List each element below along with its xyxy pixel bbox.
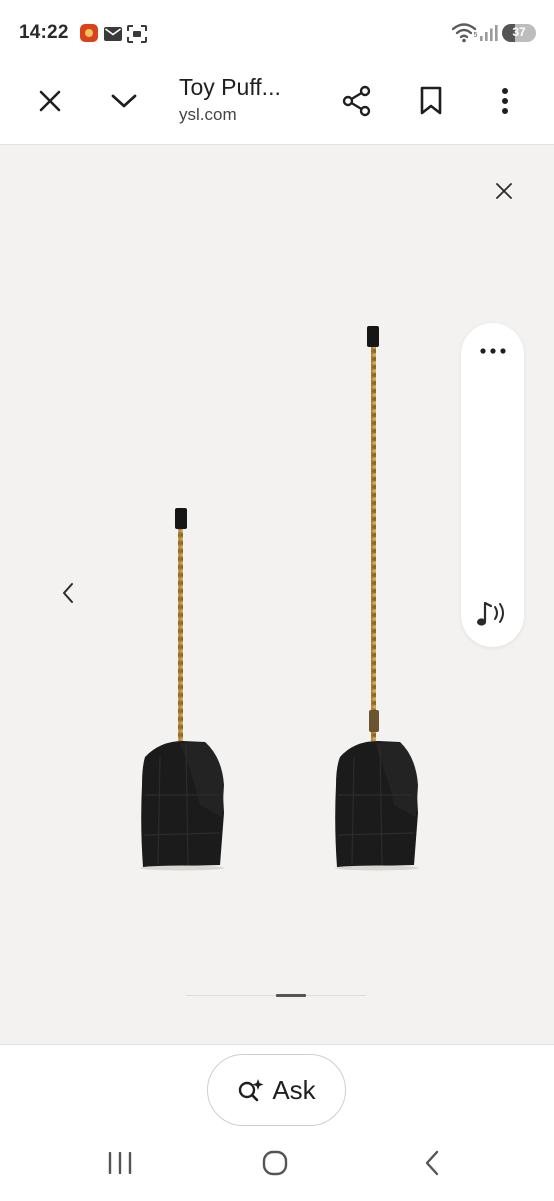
battery-icon: 37 (502, 24, 536, 42)
music-note-icon (477, 601, 504, 626)
previous-image-button[interactable] (52, 575, 84, 611)
page-indicator (186, 994, 366, 997)
bottom-area: Ask (0, 1044, 554, 1201)
wifi-icon: 5 (452, 23, 478, 43)
bag-long-strap (335, 326, 419, 871)
screenshot-icon (127, 25, 147, 43)
nav-home-button[interactable] (253, 1145, 297, 1181)
viewer-close-button[interactable] (486, 173, 522, 209)
page-title-block[interactable]: Toy Puff... ysl.com (179, 72, 319, 127)
bookmark-icon (420, 86, 442, 115)
top-bar: Toy Puff... ysl.com (0, 66, 554, 145)
close-button[interactable] (26, 77, 74, 125)
recents-icon (108, 1152, 132, 1174)
bag-short-strap (140, 508, 224, 871)
page-title: Toy Puff... (179, 74, 281, 100)
chevron-down-icon (111, 94, 137, 108)
bookmark-button[interactable] (407, 77, 455, 125)
nav-recents-button[interactable] (98, 1145, 142, 1181)
page-domain: ysl.com (179, 105, 237, 124)
status-bar: 14:22 5 37 (0, 0, 554, 66)
back-icon (425, 1150, 439, 1176)
ask-label: Ask (272, 1074, 316, 1105)
audio-button[interactable] (471, 593, 515, 633)
close-icon (496, 183, 512, 199)
battery-level: 37 (512, 25, 526, 39)
status-time: 14:22 (19, 22, 69, 43)
mail-icon (104, 27, 122, 41)
more-vert-icon (502, 88, 508, 114)
chevron-left-icon (63, 583, 73, 603)
search-sparkle-icon (239, 1079, 264, 1102)
app-notification-icon (80, 24, 98, 42)
more-options-button[interactable] (481, 77, 529, 125)
ask-button[interactable]: Ask (207, 1054, 346, 1126)
collapse-button[interactable] (100, 77, 148, 125)
page-indicator-active (276, 994, 306, 997)
panel-more-button[interactable] (476, 339, 510, 363)
floating-side-panel (461, 323, 524, 647)
signal-icon (480, 25, 498, 41)
close-icon (39, 90, 61, 112)
home-icon (262, 1150, 288, 1176)
image-viewer (0, 145, 554, 1044)
svg-text:5: 5 (474, 32, 478, 39)
share-icon (342, 85, 371, 117)
share-button[interactable] (333, 77, 381, 125)
more-horiz-icon (480, 348, 506, 354)
nav-back-button[interactable] (410, 1145, 454, 1181)
